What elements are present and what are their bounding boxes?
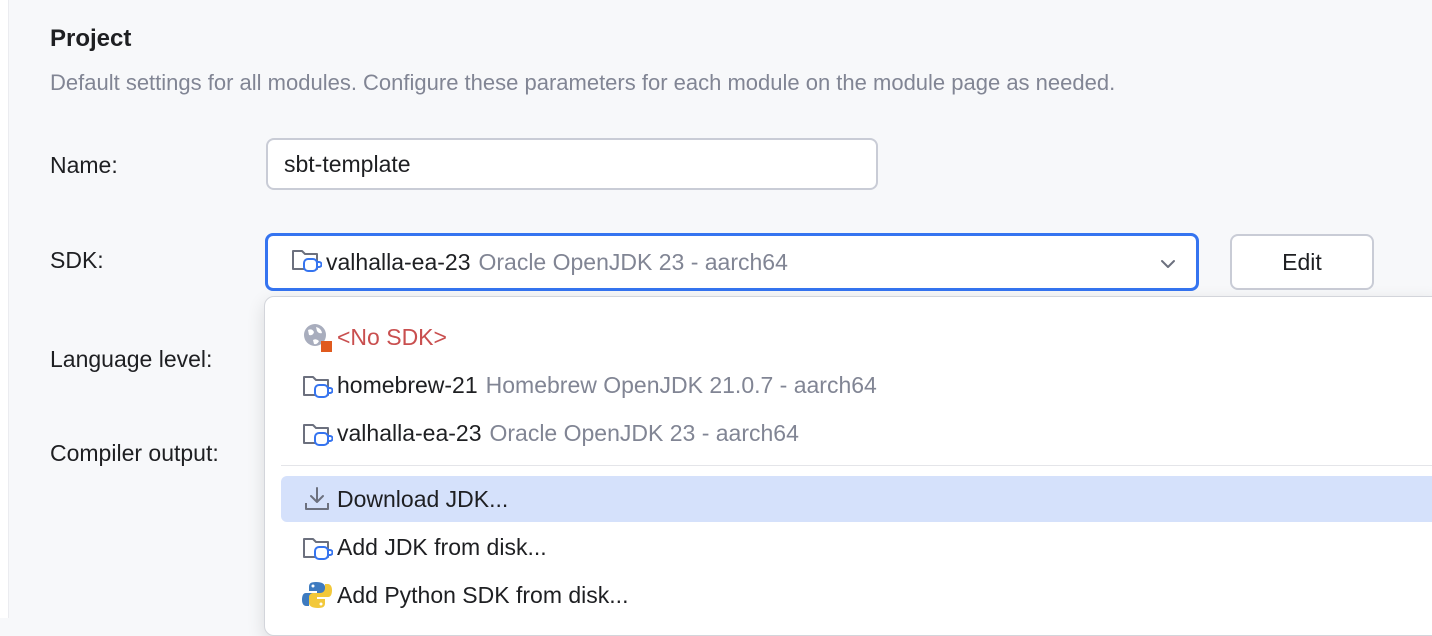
action-label: Add JDK from disk...: [337, 533, 547, 560]
chevron-down-icon: [1158, 253, 1178, 280]
sdk-combobox[interactable]: valhalla-ea-23 Oracle OpenJDK 23 - aarch…: [265, 233, 1199, 291]
sdk-option-valhalla-ea-23[interactable]: valhalla-ea-23 Oracle OpenJDK 23 - aarch…: [281, 410, 1432, 456]
sdk-option-name: homebrew-21: [337, 371, 478, 398]
sdk-option-detail: Homebrew OpenJDK 21.0.7 - aarch64: [485, 371, 877, 398]
globe-warning-icon: [301, 321, 333, 353]
action-label: Add Python SDK from disk...: [337, 581, 629, 608]
python-icon: [301, 579, 333, 611]
add-python-sdk-action[interactable]: Add Python SDK from disk...: [281, 572, 1432, 618]
project-name-input[interactable]: [266, 138, 878, 190]
sdk-label: SDK:: [50, 247, 104, 273]
section-title: Project: [50, 25, 132, 52]
sdk-option-homebrew-21[interactable]: homebrew-21 Homebrew OpenJDK 21.0.7 - aa…: [281, 362, 1432, 408]
language-level-label: Language level:: [50, 346, 213, 372]
jdk-folder-icon: [301, 531, 333, 563]
sdk-option-name: <No SDK>: [337, 323, 447, 350]
jdk-folder-icon: [290, 243, 323, 281]
dropdown-separator: [281, 465, 1432, 466]
download-icon: [301, 483, 333, 515]
action-label: Download JDK...: [337, 485, 509, 512]
sdk-dropdown-popup: <No SDK> homebrew-21 Homebrew OpenJDK 21…: [264, 296, 1432, 636]
compiler-output-label: Compiler output:: [50, 440, 219, 466]
section-description: Default settings for all modules. Config…: [50, 70, 1116, 95]
jdk-folder-icon: [301, 417, 333, 449]
add-jdk-from-disk-action[interactable]: Add JDK from disk...: [281, 524, 1432, 570]
edit-sdk-button[interactable]: Edit: [1230, 234, 1374, 290]
sdk-option-name: valhalla-ea-23: [337, 419, 482, 446]
name-label: Name:: [50, 152, 118, 178]
sdk-option-no-sdk[interactable]: <No SDK>: [281, 314, 1432, 360]
sdk-selected-name: valhalla-ea-23: [326, 248, 471, 275]
sdk-selected-detail: Oracle OpenJDK 23 - aarch64: [478, 248, 788, 275]
sdk-option-detail: Oracle OpenJDK 23 - aarch64: [489, 419, 799, 446]
jdk-folder-icon: [301, 369, 333, 401]
left-gutter: [0, 0, 9, 618]
download-jdk-action[interactable]: Download JDK...: [281, 476, 1432, 522]
